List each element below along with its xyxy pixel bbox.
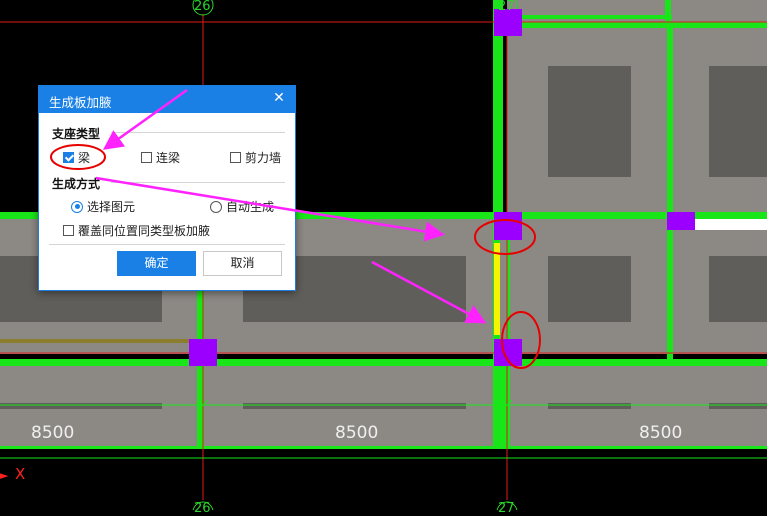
slab-opening (709, 256, 767, 322)
overwrite-label: 覆盖同位置同类型板加腋 (78, 224, 211, 238)
checkbox-checked-icon[interactable] (63, 152, 74, 163)
dimension-label: 8500 (335, 423, 379, 443)
cancel-button[interactable]: 取消 (203, 251, 282, 276)
slab-opening (548, 66, 631, 177)
beam-vertical (665, 0, 671, 22)
slab-opening (548, 256, 631, 322)
axis-x-label: X (15, 465, 26, 483)
support-shear-wall-option[interactable]: 剪力墙 (230, 149, 281, 166)
beam-horizontal (0, 359, 767, 366)
beam-vertical (667, 28, 673, 359)
dialog-titlebar[interactable]: 生成板加腋 ✕ (39, 86, 295, 113)
dimension-label: 8500 (639, 423, 683, 443)
auto-generate-label: 自动生成 (226, 200, 275, 214)
column[interactable] (189, 339, 217, 366)
slab-opening (243, 403, 466, 409)
grid-bubble-label: 26 (194, 0, 211, 14)
slab-opening (0, 403, 162, 409)
select-element-option[interactable]: 选择图元 (71, 198, 135, 215)
grid-bubble-label: 27 (498, 0, 515, 14)
generate-slab-haunch-dialog: 生成板加腋 ✕ 支座类型 梁 连梁 剪力墙 生成方式 选择图元 自动生成 覆盖同… (38, 85, 296, 291)
separator (111, 132, 285, 133)
separator (111, 182, 285, 183)
grid-bubble-label: 26 (194, 501, 211, 516)
support-beam-label: 梁 (78, 151, 91, 165)
axis-arrow-icon: ► (0, 469, 9, 482)
slab-opening (548, 403, 631, 409)
grid-bubble-label: 27 (498, 501, 515, 516)
beam-horizontal (0, 446, 767, 449)
beam-horizontal (507, 15, 672, 19)
column[interactable] (494, 212, 522, 240)
slab-opening (709, 66, 767, 177)
checkbox-icon[interactable] (230, 152, 241, 163)
dialog-title: 生成板加腋 (49, 95, 112, 110)
beam-highlight-yellow[interactable] (494, 243, 500, 335)
slab-upper-strip (507, 0, 672, 15)
radio-selected-icon[interactable] (71, 200, 83, 213)
ok-button[interactable]: 确定 (117, 251, 196, 276)
checkbox-icon[interactable] (63, 225, 74, 236)
support-shear-wall-label: 剪力墙 (245, 151, 282, 165)
checkbox-icon[interactable] (141, 152, 152, 163)
support-coupling-beam-option[interactable]: 连梁 (141, 149, 180, 166)
dimension-label: 8500 (31, 423, 75, 443)
beam-horizontal (507, 22, 767, 28)
close-icon[interactable]: ✕ (271, 90, 287, 106)
radio-icon[interactable] (210, 200, 222, 213)
column[interactable] (494, 339, 522, 366)
support-beam-option[interactable]: 梁 (63, 149, 90, 166)
generate-method-label: 生成方式 (52, 177, 101, 191)
overwrite-option[interactable]: 覆盖同位置同类型板加腋 (63, 222, 210, 239)
auto-generate-option[interactable]: 自动生成 (210, 198, 274, 215)
column[interactable] (667, 212, 695, 230)
support-coupling-beam-label: 连梁 (156, 151, 181, 165)
slab-opening (709, 403, 767, 409)
support-type-label: 支座类型 (52, 127, 101, 141)
beam-olive (0, 339, 196, 343)
select-element-label: 选择图元 (87, 200, 136, 214)
separator (49, 244, 285, 245)
